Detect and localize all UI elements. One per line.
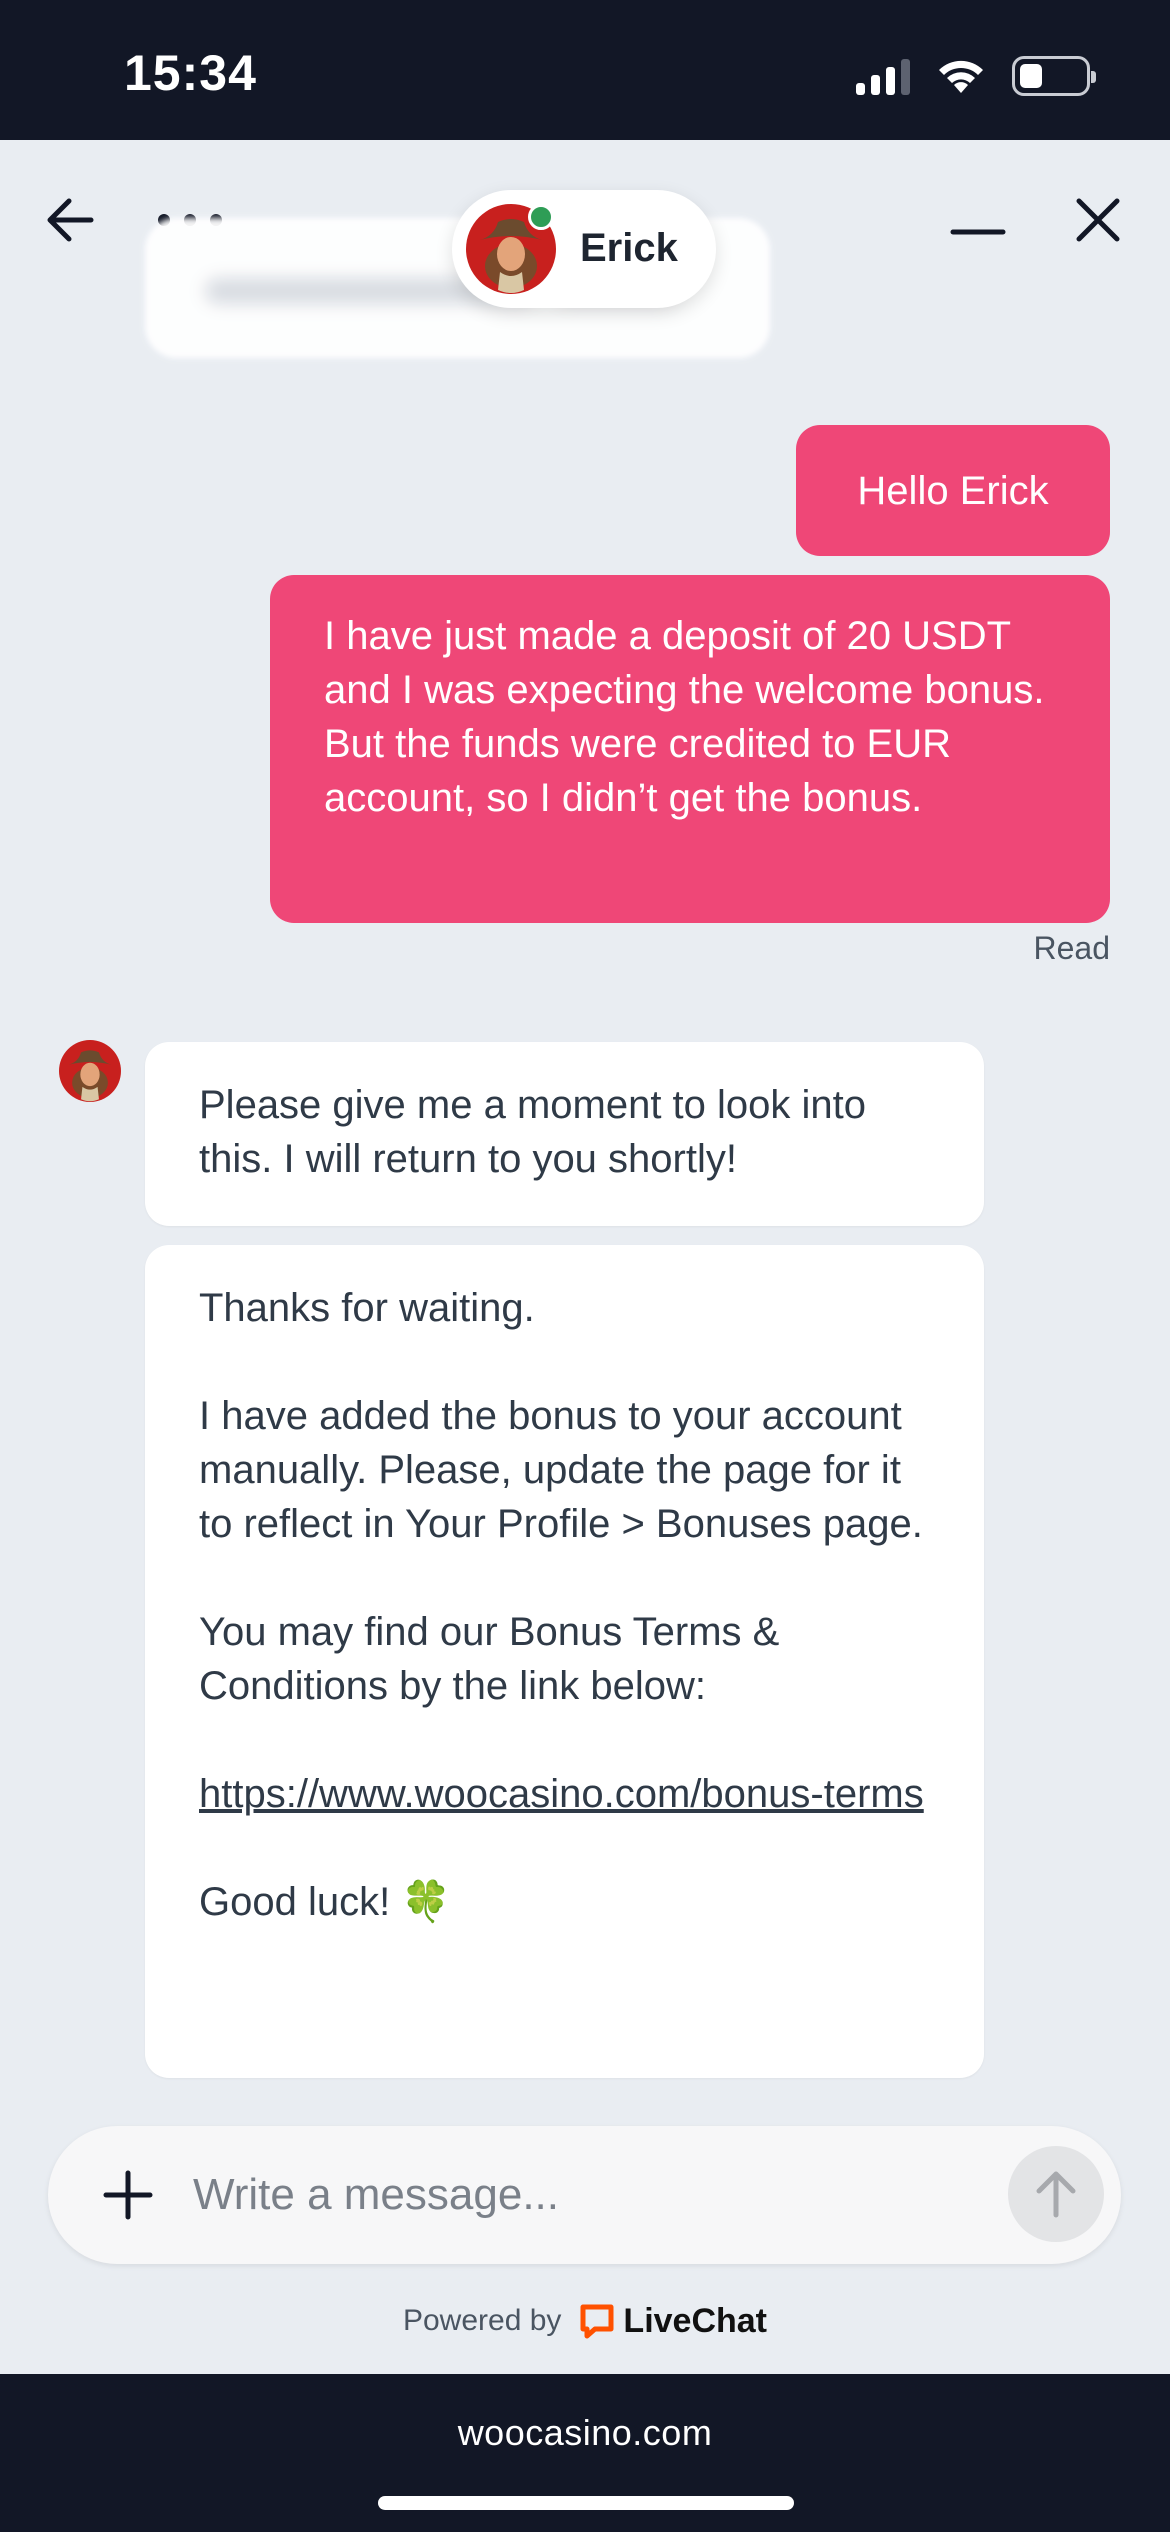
message-paragraph: Good luck! 🍀: [199, 1880, 452, 1924]
close-button[interactable]: [1058, 180, 1138, 260]
message-text: Please give me a moment to look into thi…: [199, 1083, 867, 1181]
incoming-message: Please give me a moment to look into thi…: [145, 1042, 984, 1226]
agent-avatar-small: [59, 1040, 121, 1102]
back-button[interactable]: [30, 180, 110, 260]
powered-by-text: Powered by: [402, 2304, 562, 2337]
message-paragraph: Thanks for waiting.: [199, 1286, 535, 1330]
add-attachment-button[interactable]: [88, 2155, 168, 2235]
wifi-icon: [939, 60, 983, 93]
send-arrow-icon: [1036, 2171, 1076, 2218]
back-arrow-icon: [47, 198, 94, 242]
livechat-brand[interactable]: LiveChat: [579, 2302, 767, 2341]
bonus-terms-link[interactable]: https://www.woocasino.com/bonus-terms: [199, 1772, 924, 1816]
agent-name: Erick: [580, 226, 678, 270]
incoming-message: Thanks for waiting. I have added the bon…: [145, 1245, 984, 2078]
online-status-indicator: [528, 204, 554, 230]
status-bar: 15:34: [0, 0, 1170, 140]
battery-icon: [1012, 56, 1096, 96]
read-receipt: Read: [1033, 930, 1111, 966]
message-paragraph: I have added the bonus to your account m…: [199, 1394, 923, 1546]
browser-bottom-bar: woocasino.com: [0, 2374, 1170, 2532]
message-composer: [48, 2126, 1121, 2264]
signal-icon: [856, 57, 910, 95]
home-indicator[interactable]: [378, 2496, 794, 2510]
livechat-logo-icon: [580, 2304, 614, 2339]
powered-by: Powered by LiveChat: [0, 2296, 1170, 2346]
outgoing-message: I have just made a deposit of 20 USDT an…: [270, 575, 1110, 923]
message-text: Hello Erick: [857, 468, 1049, 513]
url-domain[interactable]: woocasino.com: [0, 2412, 1170, 2454]
plus-icon: [103, 2170, 153, 2220]
close-icon: [1076, 198, 1120, 242]
message-paragraph: You may find our Bonus Terms & Condition…: [199, 1610, 780, 1708]
minimize-icon: [950, 229, 1006, 235]
livechat-name: LiveChat: [623, 2301, 768, 2340]
agent-pill[interactable]: Erick: [452, 190, 716, 308]
message-text: I have just made a deposit of 20 USDT an…: [324, 614, 1045, 820]
send-button[interactable]: [1008, 2146, 1104, 2242]
status-icons: [856, 54, 1096, 98]
minimize-button[interactable]: [938, 180, 1018, 260]
outgoing-message: Hello Erick: [796, 425, 1110, 556]
message-input[interactable]: [193, 2160, 1013, 2230]
status-time: 15:34: [124, 45, 257, 101]
